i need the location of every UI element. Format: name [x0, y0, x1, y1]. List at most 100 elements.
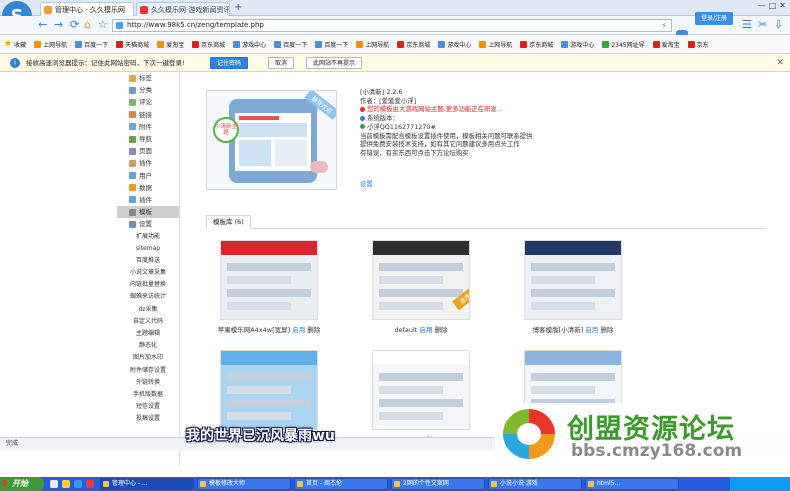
- sidebar-item[interactable]: 扩展功能: [117, 230, 179, 242]
- favorite-link[interactable]: 游戏中心: [233, 40, 266, 49]
- taskbar-button[interactable]: 2网的个性文案网: [391, 478, 485, 490]
- thumbnail-block: [379, 289, 463, 297]
- enable-link[interactable]: 启用: [585, 326, 598, 334]
- sidebar-item[interactable]: 自定义代码: [117, 316, 179, 328]
- maximize-button[interactable]: □: [769, 1, 777, 10]
- sidebar-item[interactable]: 静态化: [117, 340, 179, 352]
- forward-icon[interactable]: →: [54, 19, 63, 31]
- theme-settings-link[interactable]: 设置: [360, 180, 620, 189]
- login-button[interactable]: 登录/注册: [695, 12, 733, 25]
- favorite-link[interactable]: 游戏中心: [438, 40, 471, 49]
- favorite-link[interactable]: 京东商城: [192, 40, 225, 49]
- quicklaunch-icon[interactable]: [74, 480, 82, 488]
- favorite-link[interactable]: 爱淘宝: [652, 40, 680, 49]
- tab-theme-library[interactable]: 模板库 (6): [206, 215, 251, 229]
- taskbar-button[interactable]: html5...: [585, 478, 679, 490]
- theme-thumbnail[interactable]: [220, 240, 318, 320]
- favorite-link[interactable]: 京东: [687, 40, 709, 49]
- delete-link[interactable]: 删除: [600, 326, 613, 334]
- theme-thumbnail[interactable]: [524, 240, 622, 320]
- favorite-link[interactable]: 百度一下: [75, 40, 108, 49]
- sidebar-item[interactable]: 模板: [117, 206, 179, 219]
- favorite-label: 上网导航: [365, 41, 390, 49]
- address-bar[interactable]: http://www.98k5.cn/zeng/template.php ⚡: [112, 19, 672, 32]
- sidebar-item[interactable]: 标签: [117, 72, 179, 84]
- sidebar-item[interactable]: 导航: [117, 133, 179, 145]
- favorite-icon[interactable]: ☆: [98, 19, 108, 31]
- download-icon[interactable]: ⇩: [774, 19, 783, 31]
- taskbar-button[interactable]: 管理中心 - ...: [100, 478, 194, 490]
- favorite-site-icon: [274, 40, 282, 48]
- close-window-button[interactable]: ✕: [779, 1, 786, 10]
- sidebar-item[interactable]: 短信设置: [117, 401, 179, 413]
- never-remind-button[interactable]: 此网站不再提示: [306, 57, 363, 69]
- theme-thumbnail[interactable]: [372, 350, 470, 430]
- quicklaunch-icon[interactable]: [62, 480, 70, 488]
- delete-link[interactable]: 删除: [435, 326, 448, 334]
- screen-block: [275, 140, 307, 166]
- home-icon[interactable]: ⌂: [84, 19, 91, 31]
- sidebar-item[interactable]: 附件: [117, 121, 179, 133]
- favorites-menu[interactable]: 收藏: [14, 40, 26, 49]
- sidebar-item[interactable]: 手机版数据: [117, 389, 179, 401]
- sidebar-item[interactable]: 投稿设置: [117, 413, 179, 425]
- close-icon[interactable]: ✕: [776, 54, 784, 72]
- sidebar-item[interactable]: sitemap: [117, 243, 179, 255]
- favorite-link[interactable]: 上网导航: [356, 40, 389, 49]
- sidebar-item[interactable]: 外链转换: [117, 377, 179, 389]
- sidebar-item[interactable]: 插件: [117, 157, 179, 169]
- sidebar-item[interactable]: 用户: [117, 170, 179, 182]
- quicklaunch-icon[interactable]: [50, 480, 58, 488]
- sidebar-item[interactable]: 链接: [117, 109, 179, 121]
- sidebar-item[interactable]: 插件: [117, 194, 179, 206]
- favorite-link[interactable]: 百度一下: [315, 40, 348, 49]
- sidebar-item[interactable]: 数据: [117, 182, 179, 194]
- theme-thumbnail[interactable]: 推荐: [372, 240, 470, 320]
- enable-link[interactable]: 启用: [419, 326, 432, 334]
- sidebar-item[interactable]: 内链批量替换: [117, 279, 179, 291]
- enable-link[interactable]: 启用: [292, 326, 305, 334]
- delete-link[interactable]: 删除: [307, 326, 320, 334]
- sidebar-item[interactable]: 图片加水印: [117, 352, 179, 364]
- theme-thumbnail[interactable]: [220, 350, 318, 430]
- lightning-icon[interactable]: ⚡: [661, 20, 667, 31]
- taskbar-button[interactable]: 小说小说·游戏: [488, 478, 582, 490]
- taskbar-button[interactable]: 首页 - 周杰伦: [294, 478, 388, 490]
- favorite-link[interactable]: 爱淘宝: [157, 40, 184, 49]
- taskbar-button[interactable]: 模板修改大师: [197, 478, 291, 490]
- sidebar-item[interactable]: 百度推送: [117, 255, 179, 267]
- favorite-link[interactable]: 百度一下: [274, 40, 307, 49]
- remember-password-button[interactable]: 记住密码: [210, 57, 249, 69]
- menu-icon[interactable]: ☰: [742, 19, 752, 31]
- minimize-button[interactable]: —: [758, 1, 766, 10]
- sidebar-item[interactable]: 页面: [117, 145, 179, 157]
- favorite-link[interactable]: 天猫商城: [116, 40, 149, 49]
- start-button[interactable]: 开始: [0, 477, 44, 491]
- cancel-button[interactable]: 取消: [268, 57, 295, 69]
- new-tab-button[interactable]: +: [234, 2, 242, 13]
- sidebar-item[interactable]: 评论: [117, 96, 179, 108]
- tab-label: 久久模乐网-游戏新闻资讯: [151, 6, 230, 14]
- sidebar-item[interactable]: 设置: [117, 218, 179, 230]
- favorite-site-icon: [75, 40, 83, 48]
- favorite-link[interactable]: 上网导航: [479, 40, 512, 49]
- tab-news[interactable]: 久久模乐网-游戏新闻资讯: [136, 2, 230, 16]
- sidebar-item[interactable]: 小说文章采集: [117, 267, 179, 279]
- quicklaunch-icon[interactable]: [86, 480, 94, 488]
- favorite-link[interactable]: 2345网址导: [602, 40, 645, 49]
- sidebar-item[interactable]: 附件储存设置: [117, 365, 179, 377]
- theme-line5: 提供免费安装技术支持，如有其它问题建议多用点头工作: [360, 140, 520, 149]
- sidebar-item[interactable]: dz采集: [117, 304, 179, 316]
- tools-icon[interactable]: ✂: [758, 19, 767, 31]
- sidebar-item[interactable]: 蜘蛛来访统计: [117, 291, 179, 303]
- sidebar-item[interactable]: 分类: [117, 84, 179, 96]
- thumbnail-header: [525, 351, 621, 365]
- favorite-link[interactable]: 京东商城: [397, 40, 430, 49]
- sidebar-item[interactable]: 主题编辑: [117, 328, 179, 340]
- favorite-link[interactable]: 上网导航: [34, 40, 67, 49]
- favorite-link[interactable]: 游戏中心: [561, 40, 594, 49]
- tab-admin[interactable]: 管理中心 - 久久模乐网: [40, 2, 134, 16]
- favorite-link[interactable]: 京东商城: [520, 40, 553, 49]
- refresh-icon[interactable]: ⟳: [70, 19, 79, 31]
- back-icon[interactable]: ←: [38, 19, 47, 31]
